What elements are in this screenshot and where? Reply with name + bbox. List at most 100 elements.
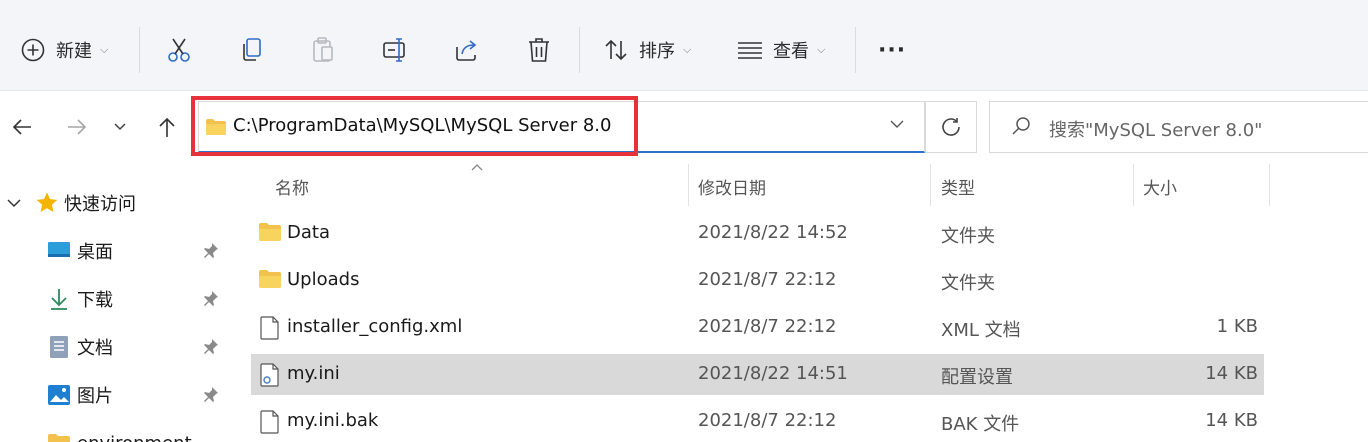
file-name: installer_config.xml (287, 316, 463, 337)
file-type: 文件夹 (941, 273, 995, 294)
chevron-down-icon: ⌵ (100, 43, 109, 56)
navigation-pane: 快速访问 桌面 下载 文档 图片 environment (0, 162, 228, 442)
sidebar-item-pictures[interactable]: 图片 (0, 375, 228, 415)
file-icon (260, 410, 279, 434)
chevron-down-icon (114, 123, 126, 131)
file-date: 2021/8/7 22:12 (698, 269, 837, 290)
file-date: 2021/8/7 22:12 (698, 410, 837, 431)
sidebar-item-label: 下载 (77, 290, 113, 311)
file-date: 2021/8/7 22:12 (698, 316, 837, 337)
toolbar-divider (579, 27, 580, 73)
chevron-down-icon (890, 120, 904, 128)
sidebar-item-label: 文档 (77, 338, 113, 359)
file-row[interactable]: Uploads 2021/8/7 22:12 文件夹 (251, 260, 1264, 301)
file-type: BAK 文件 (941, 414, 1020, 435)
file-size: 1 KB (1216, 316, 1258, 337)
arrow-left-icon (12, 119, 31, 135)
more-options-button[interactable]: ··· (878, 25, 906, 75)
column-header-type[interactable]: 类型 (941, 174, 975, 199)
file-row[interactable]: my.ini.bak 2021/8/7 22:12 BAK 文件 14 KB (251, 401, 1264, 442)
pin-icon[interactable] (203, 242, 219, 260)
sidebar-item-desktop[interactable]: 桌面 (0, 231, 228, 271)
trash-icon (529, 38, 549, 62)
picture-icon (48, 385, 70, 405)
refresh-icon (942, 118, 960, 136)
toolbar-divider (855, 27, 856, 73)
column-header-size[interactable]: 大小 (1143, 174, 1177, 199)
pin-icon[interactable] (203, 290, 219, 308)
paste-icon (313, 37, 333, 62)
address-path[interactable]: C:\ProgramData\MySQL\MySQL Server 8.0 (233, 115, 611, 136)
sort-button-label: 排序 (639, 41, 675, 62)
rename-button[interactable] (381, 25, 409, 75)
new-button[interactable]: 新建 ⌵ (20, 25, 108, 75)
column-header-date[interactable]: 修改日期 (698, 174, 766, 199)
sidebar-item-environment[interactable]: environment (0, 423, 228, 442)
file-row[interactable]: installer_config.xml 2021/8/7 22:12 XML … (251, 307, 1264, 348)
new-button-label: 新建 (56, 41, 92, 62)
back-button[interactable] (7, 110, 37, 144)
folder-icon (206, 119, 226, 135)
desktop-icon (48, 242, 70, 257)
file-type: XML 文档 (941, 320, 1021, 341)
column-header-row: 名称 修改日期 类型 大小 (228, 162, 1368, 206)
share-button[interactable] (454, 25, 480, 75)
sort-button[interactable]: 排序 ⌵ (603, 25, 691, 75)
arrow-up-icon (159, 117, 175, 137)
plus-circle-icon (21, 38, 45, 62)
sidebar-item-label: 快速访问 (64, 194, 136, 215)
view-button[interactable]: 查看 ⌵ (737, 25, 825, 75)
column-divider[interactable] (1269, 164, 1270, 206)
sidebar-item-quick-access[interactable]: 快速访问 (0, 183, 228, 223)
recent-locations-button[interactable] (107, 110, 133, 144)
scissors-icon (168, 38, 190, 62)
document-icon (50, 336, 68, 358)
file-size: 14 KB (1205, 363, 1258, 384)
file-name: Uploads (287, 269, 360, 290)
sidebar-item-label: environment (77, 433, 192, 442)
copy-button[interactable] (239, 25, 265, 75)
cut-button[interactable] (166, 25, 192, 75)
pin-icon[interactable] (203, 386, 219, 404)
chevron-down-icon (7, 198, 21, 207)
column-divider[interactable] (1133, 164, 1134, 206)
copy-icon (243, 38, 261, 61)
refresh-button[interactable] (925, 101, 977, 153)
download-icon (51, 289, 67, 310)
folder-icon (48, 434, 70, 442)
column-header-name[interactable]: 名称 (275, 174, 309, 199)
file-date: 2021/8/22 14:51 (698, 363, 848, 384)
star-icon (36, 192, 58, 212)
sidebar-item-label: 图片 (77, 386, 113, 407)
paste-button[interactable] (310, 25, 336, 75)
file-row[interactable]: my.ini 2021/8/22 14:51 配置设置 14 KB (251, 354, 1264, 395)
column-divider[interactable] (688, 164, 689, 206)
view-button-label: 查看 (773, 41, 809, 62)
sidebar-item-documents[interactable]: 文档 (0, 327, 228, 367)
rename-icon (383, 38, 405, 62)
file-icon (260, 316, 279, 340)
delete-button[interactable] (526, 25, 552, 75)
pin-icon[interactable] (203, 338, 219, 356)
file-type: 配置设置 (941, 367, 1013, 388)
folder-icon (259, 270, 281, 288)
file-row[interactable]: Data 2021/8/22 14:52 文件夹 (251, 213, 1264, 254)
file-name: Data (287, 222, 330, 243)
chevron-down-icon: ⌵ (683, 43, 692, 56)
arrow-right-icon (68, 119, 87, 135)
chevron-down-icon: ⌵ (817, 43, 826, 56)
up-button[interactable] (152, 110, 182, 144)
file-size: 14 KB (1205, 410, 1258, 431)
search-icon (1012, 117, 1030, 135)
share-icon (456, 40, 477, 61)
search-input[interactable]: 搜索"MySQL Server 8.0" (1049, 116, 1262, 142)
view-list-icon (738, 42, 762, 59)
file-name: my.ini.bak (287, 410, 379, 431)
toolbar-divider (139, 27, 140, 73)
column-divider[interactable] (930, 164, 931, 206)
file-date: 2021/8/22 14:52 (698, 222, 848, 243)
sidebar-item-downloads[interactable]: 下载 (0, 279, 228, 319)
forward-button[interactable] (62, 110, 92, 144)
address-history-dropdown[interactable] (890, 118, 904, 132)
file-name: my.ini (287, 363, 340, 384)
